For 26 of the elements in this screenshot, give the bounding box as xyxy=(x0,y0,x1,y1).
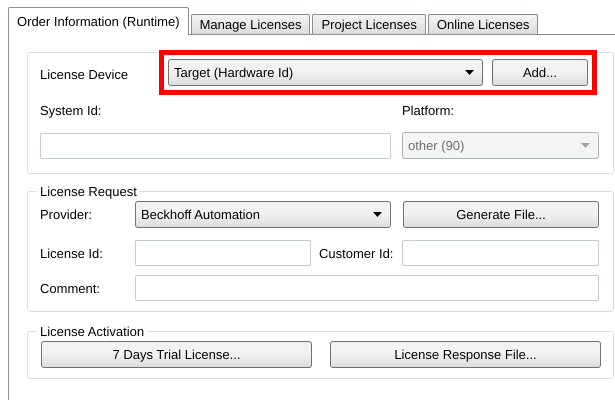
license-device-label: License Device xyxy=(40,66,130,82)
tab[interactable]: Manage Licenses xyxy=(190,14,310,35)
provider-label: Provider: xyxy=(40,207,94,222)
tab[interactable]: Order Information (Runtime) xyxy=(8,7,189,35)
tab[interactable]: Online Licenses xyxy=(428,14,538,35)
license-id-field[interactable] xyxy=(135,240,311,266)
customer-id-label: Customer Id: xyxy=(318,246,394,260)
system-id-label: System Id: xyxy=(40,103,102,118)
group-title: License Activation xyxy=(39,324,146,339)
customer-id-field[interactable] xyxy=(402,240,599,266)
group-title: License Request xyxy=(39,184,138,199)
add-button[interactable]: Add... xyxy=(492,59,588,86)
system-id-field[interactable] xyxy=(40,132,391,158)
provider-dropdown[interactable]: Beckhoff Automation xyxy=(135,201,391,228)
activation-button[interactable]: License Response File... xyxy=(330,341,601,368)
device-dropdown[interactable]: Target (Hardware Id) xyxy=(168,59,483,86)
comment-field[interactable] xyxy=(135,275,599,301)
activation-button[interactable]: 7 Days Trial License... xyxy=(41,341,312,368)
platform-label: Platform: xyxy=(402,103,454,118)
caret-icon xyxy=(373,212,382,217)
license-id-label: License Id: xyxy=(40,246,104,260)
caret-icon xyxy=(465,70,474,75)
comment-label: Comment: xyxy=(40,280,101,296)
tab[interactable]: Project Licenses xyxy=(312,14,426,35)
generate-file-button[interactable]: Generate File... xyxy=(403,201,599,228)
caret-icon xyxy=(581,143,590,148)
